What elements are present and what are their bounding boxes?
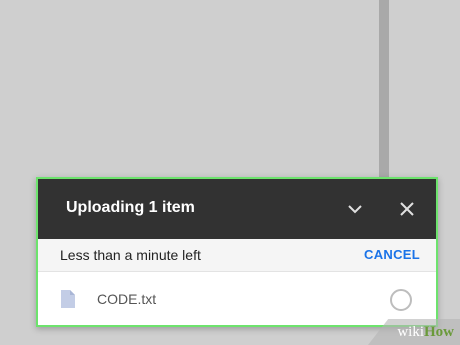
file-name: CODE.txt xyxy=(97,291,157,307)
upload-panel-header: Uploading 1 item xyxy=(38,179,436,239)
close-button[interactable] xyxy=(395,197,419,221)
upload-file-row: CODE.txt xyxy=(38,272,436,325)
chevron-down-icon xyxy=(348,205,362,214)
upload-panel: Uploading 1 item Less than a minute left… xyxy=(36,177,438,327)
scrollbar[interactable] xyxy=(379,0,389,200)
upload-status-row: Less than a minute left CANCEL xyxy=(38,239,436,272)
document-icon xyxy=(61,290,75,308)
cancel-button[interactable]: CANCEL xyxy=(364,247,420,262)
watermark-how: How xyxy=(424,323,454,340)
upload-status-text: Less than a minute left xyxy=(60,247,201,263)
close-icon xyxy=(400,202,414,216)
collapse-button[interactable] xyxy=(343,197,367,221)
upload-progress-indicator xyxy=(390,289,412,311)
upload-title: Uploading 1 item xyxy=(66,199,195,216)
watermark-wiki: wiki xyxy=(397,323,424,340)
